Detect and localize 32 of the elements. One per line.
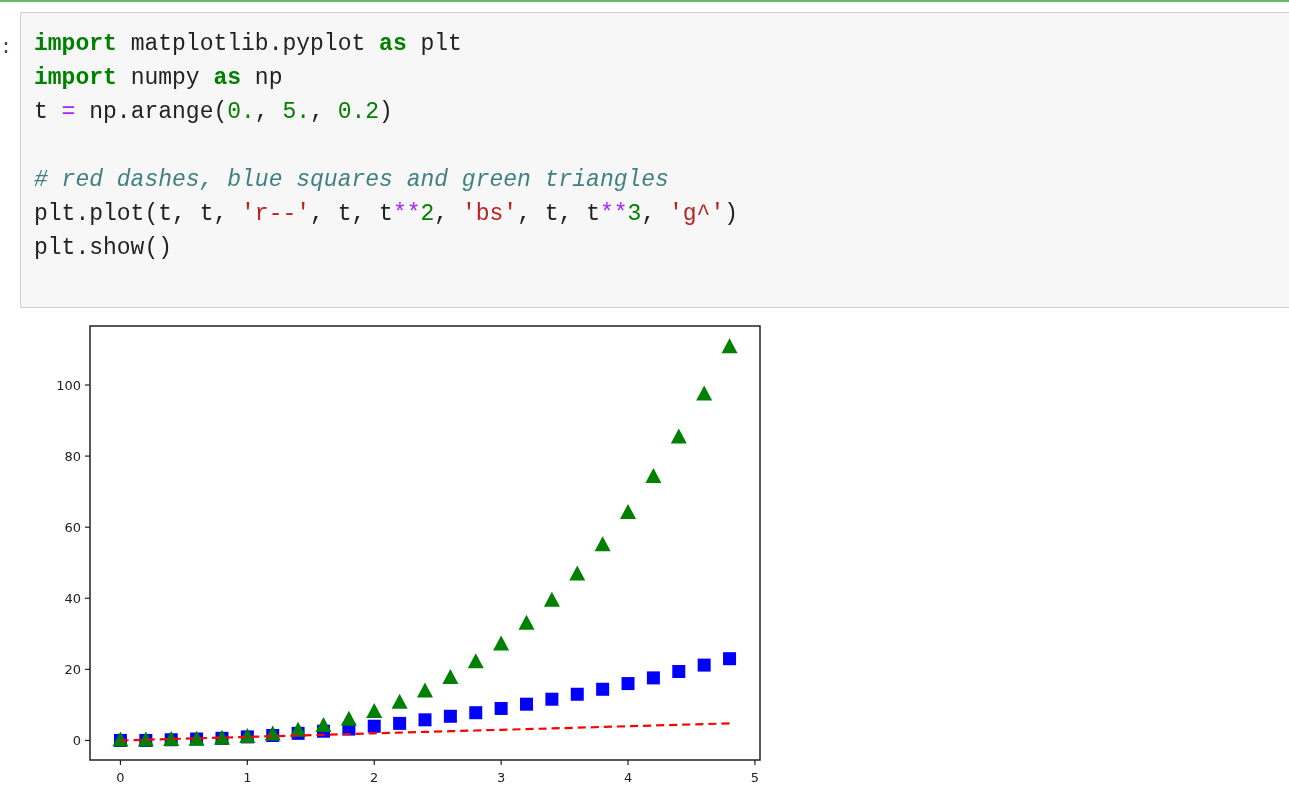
x-tick-label: 3 (497, 770, 506, 785)
cell-prompt: : (0, 35, 13, 61)
code-line: import numpy as np (34, 64, 283, 93)
x-tick-label: 0 (116, 770, 125, 785)
tick-mark (627, 759, 629, 766)
tick-mark (84, 384, 91, 386)
code-comment: # red dashes, blue squares and green triangles (34, 166, 669, 195)
code-line: import matplotlib.pyplot as plt (34, 30, 462, 59)
tick-mark (84, 526, 91, 528)
y-tick-label: 0 (72, 733, 81, 749)
y-tick-label: 80 (64, 449, 81, 465)
x-tick-label: 2 (370, 770, 379, 785)
x-tick-label: 4 (623, 770, 633, 785)
x-tick-label: 1 (243, 770, 252, 785)
y-tick-label: 60 (64, 520, 81, 536)
tick-mark (119, 759, 122, 766)
tick-mark (373, 759, 375, 766)
tick-mark (84, 668, 91, 670)
x-tick-label: 5 (750, 770, 760, 785)
code-cell[interactable]: import matplotlib.pyplot as plt import numpy as np t = np.arange(0., 5., 0.2) # red dashes, blue squares and green triangles plt.plot(t, t, 'r--', t, t**2, 'bs', t, t**3, 'g^') plt.show() (20, 12, 1289, 308)
code-line: t = np.arange(0., 5., 0.2) (34, 98, 393, 127)
code-line: plt.show() (34, 234, 173, 263)
tick-mark (754, 759, 756, 766)
y-tick-label: 20 (64, 662, 81, 678)
y-tick-label: 100 (56, 378, 81, 393)
tick-mark (84, 739, 91, 742)
tick-mark (84, 597, 91, 599)
tick-mark (500, 759, 502, 766)
y-tick-label: 40 (64, 591, 81, 607)
tick-mark (84, 455, 91, 457)
code-line: plt.plot(t, t, 'r--', t, t**2, 'bs', t, t**3, 'g^') (34, 200, 739, 229)
tick-mark (246, 759, 248, 766)
